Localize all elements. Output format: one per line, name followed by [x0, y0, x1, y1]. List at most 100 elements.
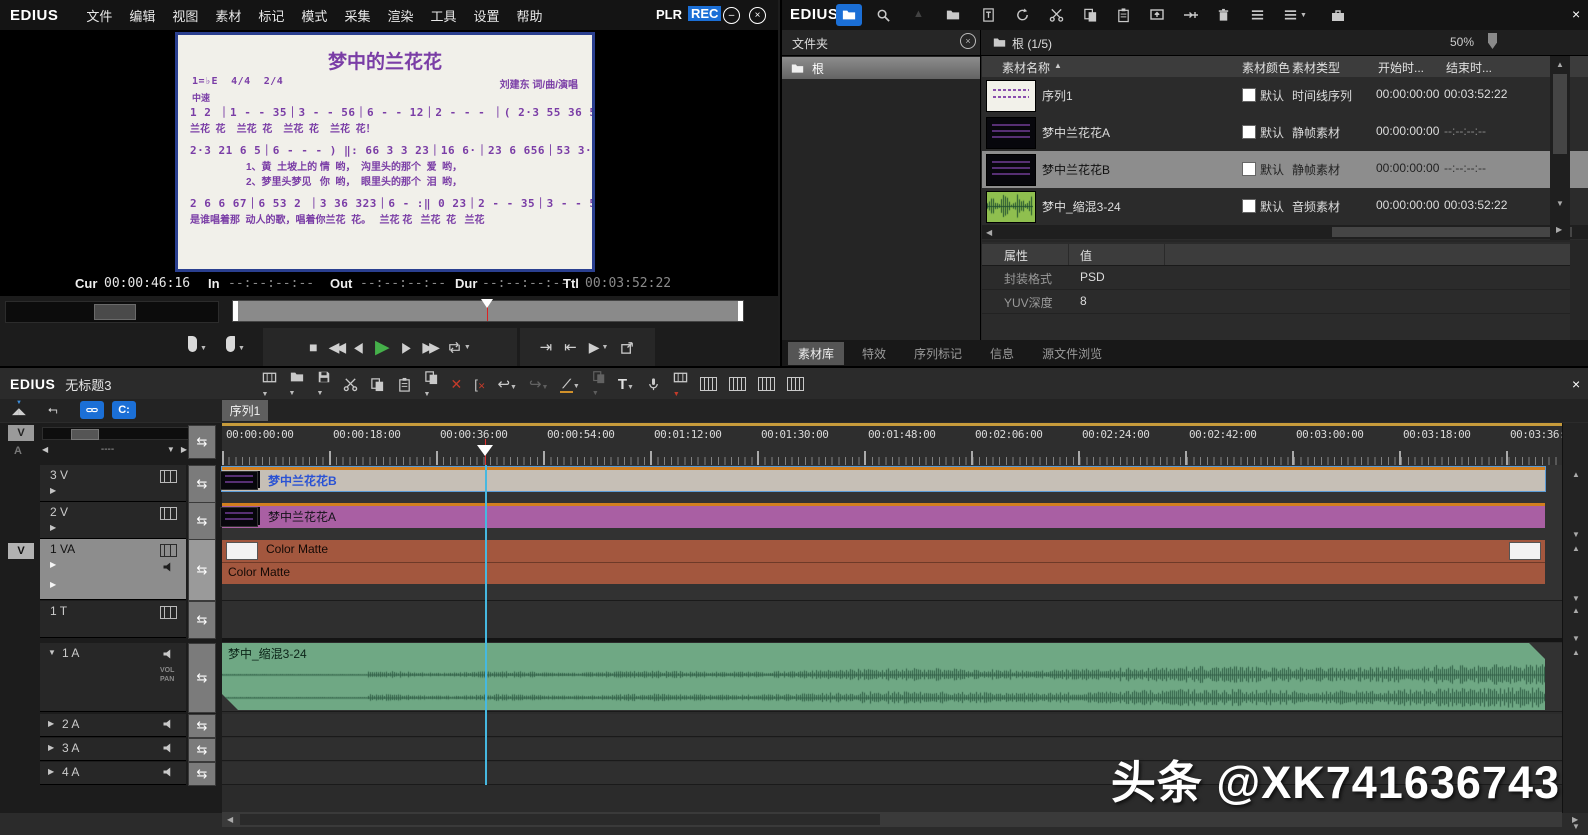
insert-overwrite-mode-icon[interactable]: ▼ ◢◣	[12, 400, 32, 417]
swap-button[interactable]: ⇆	[188, 502, 216, 540]
shuttle-slider[interactable]	[5, 301, 219, 323]
scroll-down-icon[interactable]: ▼	[1572, 635, 1580, 643]
cut-icon[interactable]	[1049, 7, 1064, 23]
next-track-icon[interactable]: ▶	[181, 445, 187, 454]
scroll-up-icon[interactable]: ▲	[1572, 471, 1580, 479]
loop-button[interactable]: ▼	[447, 340, 471, 355]
menu-render[interactable]: 渲染	[387, 6, 413, 25]
minimize-button[interactable]: –	[723, 7, 740, 24]
save-project-button[interactable]: ▼	[317, 370, 331, 398]
thumbnail-zoom-slider[interactable]	[1488, 33, 1497, 49]
menu-capture[interactable]: 采集	[344, 6, 370, 25]
video-track-icon[interactable]	[160, 507, 177, 520]
speaker-icon[interactable]	[162, 766, 174, 778]
delete-button[interactable]: ✕	[451, 376, 463, 393]
new-sequence-button[interactable]: ▼	[262, 370, 277, 399]
menu-marker[interactable]: 标记	[258, 6, 284, 25]
tab-effects[interactable]: 特效	[852, 342, 896, 365]
lane-1a[interactable]: 梦中_缩混3-24	[222, 643, 1562, 712]
swap-button[interactable]: ⇆	[188, 762, 216, 786]
scroll-down-icon[interactable]: ▼	[1572, 531, 1580, 539]
position-playhead-handle[interactable]	[481, 299, 493, 308]
tab-sequence-marker[interactable]: 序列标记	[904, 342, 972, 365]
chevron-down-icon[interactable]: ▼	[200, 345, 207, 352]
position-bar[interactable]	[232, 299, 744, 322]
play-around-button[interactable]: ▶ ▼	[589, 340, 609, 354]
menu-edit[interactable]: 编辑	[129, 6, 155, 25]
export-icon[interactable]	[620, 340, 635, 355]
track-header-1va-selected[interactable]: 1 VA ▶ ▶	[40, 539, 186, 600]
asset-row-sequence[interactable]: 序列1 默认 时间线序列 00:00:00:00 00:03:52:22	[982, 77, 1588, 115]
clip-still-a[interactable]: 梦中兰花花A	[220, 503, 1545, 528]
chevron-down-icon[interactable]: ▼	[1300, 12, 1307, 19]
clip-still-b-selected[interactable]: 梦中兰花花B	[220, 466, 1546, 492]
timeline-vscroll-strip[interactable]: ▲ ▼ ▲ ▼ ▲ ▼ ▲ ▼	[1562, 423, 1588, 831]
trim-mode-icon[interactable]	[728, 377, 746, 391]
copy-icon[interactable]	[1083, 7, 1098, 23]
add-key-button[interactable]: ▼	[592, 370, 606, 398]
set-in-button[interactable]: ⇥	[540, 340, 553, 355]
sync-link-mode-button[interactable]	[80, 401, 104, 419]
track-header-1t[interactable]: 1 T	[40, 601, 186, 638]
list-view-icon[interactable]	[1250, 7, 1265, 23]
track-select-dropdown[interactable]: ◀ ---- ▼ ▶	[42, 442, 187, 457]
ripple-delete-button[interactable]: [✕	[474, 377, 485, 392]
plr-label[interactable]: PLR	[656, 7, 682, 22]
timeline-hscrollbar[interactable]: ◀	[222, 812, 1562, 827]
swap-button[interactable]: ⇆	[188, 643, 216, 713]
expand-track-icon[interactable]: ▶	[50, 561, 56, 569]
track-header-3a[interactable]: ▶ 3 A	[40, 738, 186, 761]
voiceover-icon[interactable]	[646, 376, 661, 392]
chevron-down-icon[interactable]: ▼	[602, 344, 609, 351]
prev-frame-button[interactable]: ◀	[354, 340, 363, 354]
tab-bin[interactable]: 素材库	[788, 341, 845, 365]
send-to-timeline-icon[interactable]	[1149, 7, 1165, 23]
chevron-down-icon[interactable]: ▼	[238, 345, 245, 352]
new-folder-icon[interactable]	[945, 8, 961, 22]
swap-button[interactable]: ⇆	[188, 601, 216, 639]
scroll-up-icon[interactable]: ▲	[1572, 545, 1580, 553]
clip-color-matte-mixer[interactable]: Color Matte	[222, 562, 1545, 584]
lane-1va[interactable]: Color Matte Color Matte	[222, 539, 1562, 601]
speaker-icon[interactable]	[162, 718, 174, 730]
scroll-down-icon[interactable]: ▼	[1572, 823, 1580, 831]
asset-row-still-a[interactable]: 梦中兰花花A 默认 静帧素材 00:00:00:00 --:--:--:--	[982, 114, 1588, 152]
video-track-icon[interactable]	[160, 544, 177, 557]
tab-info[interactable]: 信息	[980, 342, 1024, 365]
rec-toggle[interactable]: REC	[688, 6, 722, 21]
fast-forward-button[interactable]: ▶▶	[422, 340, 439, 354]
collapse-track-icon[interactable]: ▼	[48, 649, 56, 657]
col-end[interactable]: 结束时...	[1446, 59, 1492, 76]
property-row[interactable]: YUV深度 8	[982, 289, 1570, 314]
refresh-icon[interactable]	[1015, 7, 1030, 23]
scroll-left-icon[interactable]: ◀	[227, 816, 233, 824]
multicam-icon[interactable]	[757, 377, 775, 391]
asset-row-still-b-selected[interactable]: 梦中兰花花B 默认 静帧素材 00:00:00:00 --:--:--:--	[982, 151, 1588, 189]
track-header-4a[interactable]: ▶ 4 A	[40, 762, 186, 785]
video-track-icon[interactable]	[160, 606, 177, 619]
track-rail-video-badge[interactable]: V	[8, 425, 34, 441]
mixer-icon[interactable]	[699, 377, 717, 391]
add-to-timeline-button[interactable]: ▼	[673, 370, 688, 399]
asset-hscrollbar[interactable]: ◀	[982, 225, 1588, 239]
cut-icon[interactable]	[343, 377, 358, 392]
stop-button[interactable]: ■	[309, 340, 317, 354]
toolbox-icon[interactable]	[1330, 7, 1346, 23]
set-out-marker-button[interactable]: ▼	[226, 336, 245, 352]
ripple-mode-icon[interactable]: ⮢	[48, 402, 58, 417]
detail-view-button[interactable]: ▼	[1283, 7, 1307, 23]
col-name[interactable]: 素材名称	[1002, 59, 1050, 76]
folder-tree-root-item[interactable]: 根	[782, 57, 980, 79]
title-button[interactable]: T▼	[618, 376, 634, 393]
paste-icon[interactable]	[397, 377, 412, 392]
tab-source-browser[interactable]: 源文件浏览	[1032, 342, 1112, 365]
swap-button[interactable]: ⇆	[188, 539, 216, 601]
asset-hscroll-thumb[interactable]	[1332, 227, 1572, 237]
menu-mode[interactable]: 模式	[301, 6, 327, 25]
va-splitter[interactable]	[222, 638, 1562, 642]
lane-3v[interactable]: 梦中兰花花B	[220, 465, 1562, 503]
expand-track-icon[interactable]: ▶	[48, 720, 54, 728]
vol-label[interactable]: VOL	[160, 667, 174, 674]
expand-track-icon[interactable]: ▶	[50, 581, 56, 589]
open-project-button[interactable]: ▼	[289, 370, 305, 398]
